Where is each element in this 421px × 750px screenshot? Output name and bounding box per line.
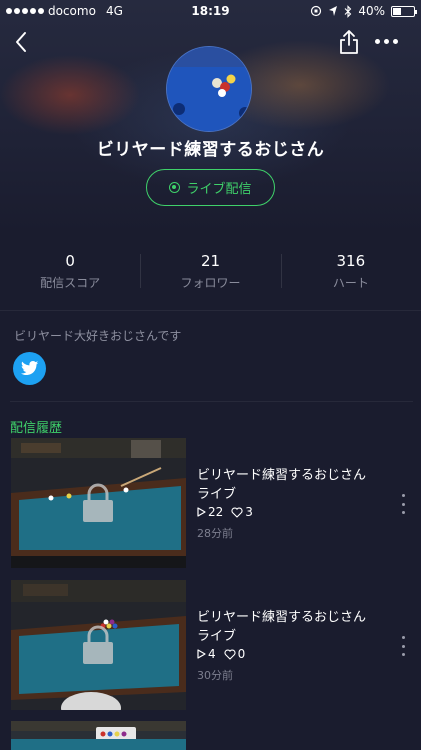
profile-stats: 0 配信スコア 21 フォロワー 316 ハート [0,248,421,296]
menu-dot [401,653,405,656]
stat-value: 21 [200,252,221,270]
orientation-lock-icon [311,5,322,17]
menu-dot [401,644,405,648]
menu-dot [401,511,405,514]
stat-followers[interactable]: 21 フォロワー [140,248,280,296]
view-count: 4 [208,647,216,661]
pool-table-thumbnail-image [11,721,186,750]
heart-count: 0 [237,647,246,661]
stat-broadcast-score[interactable]: 0 配信スコア [0,248,140,296]
broadcast-menu-button[interactable] [396,636,410,656]
more-vertical-icon [401,636,405,639]
lock-icon [83,625,113,664]
more-dot [383,38,389,44]
stat-label: 配信スコア [40,276,101,290]
broadcast-thumbnail[interactable] [11,721,186,750]
broadcast-history-item[interactable]: ビリヤード練習するおじさんライブ 22 3 28分前 [0,438,421,570]
network-label: 4G [105,4,123,18]
stat-value: 0 [65,252,75,270]
more-options-button[interactable] [370,30,402,52]
live-button-label: ライブ配信 [186,182,252,197]
share-icon [340,30,358,54]
broadcast-thumbnail[interactable] [11,438,186,568]
profile-bio: ビリヤード大好きおじさんです [14,329,182,343]
broadcast-time: 28分前 [197,527,233,540]
bluetooth-icon [344,4,352,18]
broadcast-history-item[interactable] [0,721,421,750]
live-indicator-icon [169,182,181,193]
stat-hearts[interactable]: 316 ハート [280,248,421,296]
more-dot [392,38,398,44]
battery-icon [391,5,417,17]
heart-icon [224,649,236,660]
carrier-label: docomo [48,4,96,18]
view-count: 22 [208,505,224,519]
broadcast-history-item[interactable]: ビリヤード練習するおじさんライブ 4 0 30分前 [0,580,421,712]
play-icon [197,507,206,517]
broadcast-history-title: 配信履歴 [10,421,63,436]
live-broadcast-button[interactable]: ライブ配信 [146,169,275,206]
broadcast-menu-button[interactable] [396,494,410,514]
broadcast-stats: 22 3 [197,505,253,519]
stat-label: フォロワー [180,276,241,290]
heart-count: 3 [245,505,253,519]
play-icon [197,649,206,659]
share-button[interactable] [336,28,362,56]
avatar-image [167,47,251,131]
twitter-link-button[interactable] [13,352,46,385]
lock-icon [83,483,113,522]
stat-value: 316 [336,252,366,270]
menu-dot [401,502,405,506]
divider [10,401,413,402]
broadcast-thumbnail[interactable] [11,580,186,710]
broadcast-stats: 4 0 [197,647,245,661]
broadcast-title: ビリヤード練習するおじさんライブ [197,610,367,644]
heart-icon [231,507,243,518]
chevron-left-icon [16,32,26,52]
broadcast-time: 30分前 [197,669,233,682]
signal-strength-icon [6,8,44,14]
battery-level-fill [393,7,401,15]
twitter-icon [20,361,38,376]
back-button[interactable] [8,28,36,56]
more-vertical-icon [401,494,405,497]
profile-name: ビリヤード練習するおじさん [96,140,325,160]
avatar[interactable] [166,46,252,132]
status-bar: docomo 4G 18:19 40% [0,0,421,22]
location-arrow-icon [329,6,338,16]
battery-percent: 40% [358,4,385,18]
stat-label: ハート [332,276,369,290]
more-horizontal-icon [374,38,380,44]
broadcast-title: ビリヤード練習するおじさんライブ [197,468,367,502]
divider [0,310,421,311]
